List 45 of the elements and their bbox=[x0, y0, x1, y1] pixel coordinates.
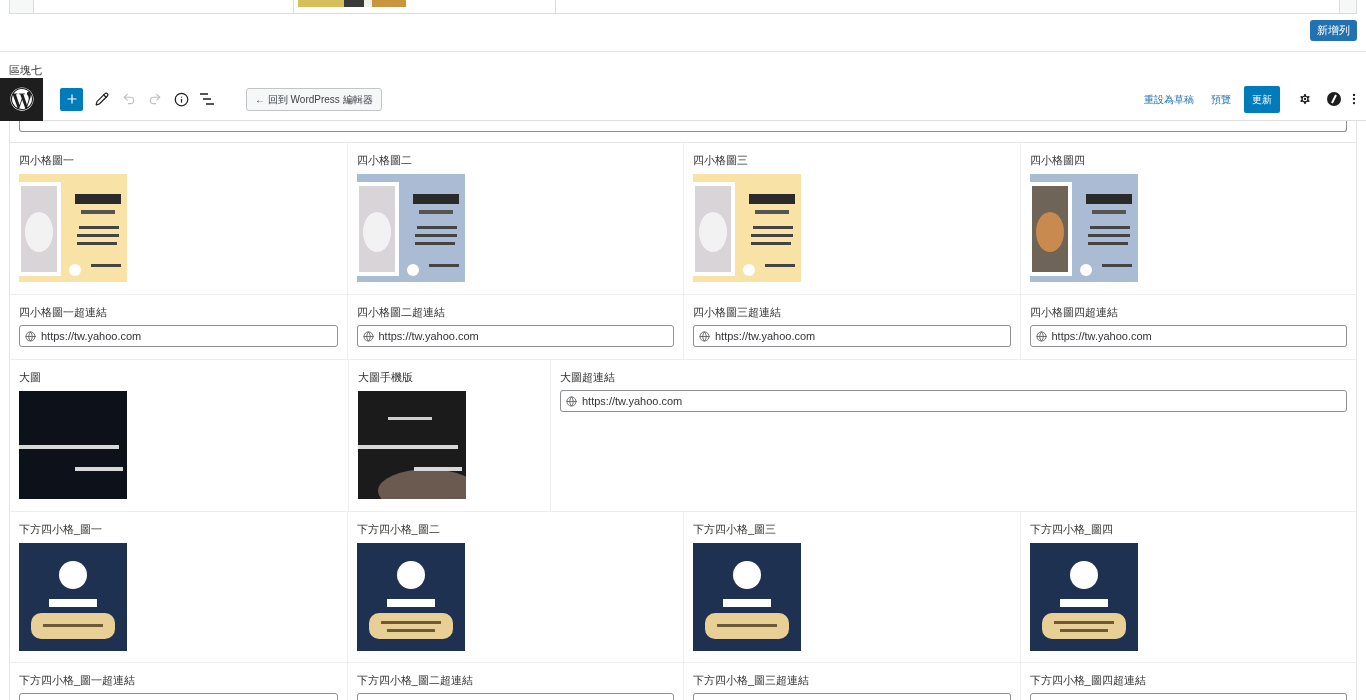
field-label: 大圖超連結 bbox=[560, 370, 616, 384]
field-label: 下方四小格_圖一超連結 bbox=[19, 673, 137, 687]
preview-link[interactable]: 預覽 bbox=[1211, 91, 1231, 107]
add-block-button[interactable] bbox=[60, 87, 83, 111]
settings-icon[interactable] bbox=[1298, 92, 1312, 106]
url-field[interactable]: https://tw.yahoo.com bbox=[560, 390, 1347, 412]
pencil-icon[interactable] bbox=[95, 92, 109, 106]
add-row-button[interactable]: 新增列 bbox=[1310, 20, 1357, 41]
field-label: 四小格圖四超連結 bbox=[1029, 305, 1119, 319]
info-icon[interactable] bbox=[174, 91, 189, 107]
field-label: 下方四小格_圖一 bbox=[19, 522, 104, 536]
globe-icon bbox=[566, 395, 577, 407]
circle-icon[interactable] bbox=[1327, 92, 1341, 106]
field-label: 下方四小格_圖三超連結 bbox=[693, 673, 811, 687]
globe-icon bbox=[362, 330, 374, 342]
update-button[interactable]: 更新 bbox=[1244, 85, 1280, 113]
field-label: 下方四小格_圖四 bbox=[1029, 522, 1114, 536]
globe-icon bbox=[1035, 330, 1047, 342]
field-label: 下方四小格_圖三 bbox=[693, 522, 778, 536]
globe-icon bbox=[25, 330, 36, 342]
field-label: 四小格圖二 bbox=[356, 153, 413, 167]
field-label: 下方四小格_圖四超連結 bbox=[1029, 673, 1147, 687]
field-label: 四小格圖一 bbox=[19, 153, 75, 167]
plus-icon bbox=[64, 92, 79, 106]
url-field[interactable]: https://tw.yahoo.com bbox=[356, 325, 674, 347]
back-button[interactable]: ← 回到 WordPress 編輯器 bbox=[246, 87, 382, 111]
url-field[interactable]: https://tw.yahoo.com bbox=[693, 325, 1011, 347]
wordpress-logo-icon bbox=[9, 87, 34, 111]
field-label: 四小格圖一超連結 bbox=[19, 305, 108, 319]
globe-icon bbox=[699, 330, 710, 342]
url-field[interactable]: https://tw.yahoo.com bbox=[1029, 325, 1347, 347]
list-view-icon[interactable] bbox=[200, 93, 214, 105]
text-field[interactable] bbox=[19, 121, 1347, 132]
field-label: 四小格圖二超連結 bbox=[356, 305, 446, 319]
url-field[interactable]: https://tw.yahoo.com bbox=[19, 325, 338, 347]
section-title: 區塊七 bbox=[9, 63, 42, 77]
field-label: 四小格圖三超連結 bbox=[693, 305, 782, 319]
field-label: 大圖 bbox=[19, 370, 42, 384]
field-label: 大圖手機版 bbox=[358, 370, 414, 384]
switch-to-draft-link[interactable]: 重設為草稿 bbox=[1144, 91, 1194, 107]
field-label: 四小格圖三 bbox=[693, 153, 749, 167]
field-label: 四小格圖四 bbox=[1029, 153, 1086, 167]
wordpress-logo-button[interactable] bbox=[0, 77, 43, 121]
field-label: 下方四小格_圖二超連結 bbox=[356, 673, 474, 687]
field-label: 下方四小格_圖二 bbox=[356, 522, 441, 536]
